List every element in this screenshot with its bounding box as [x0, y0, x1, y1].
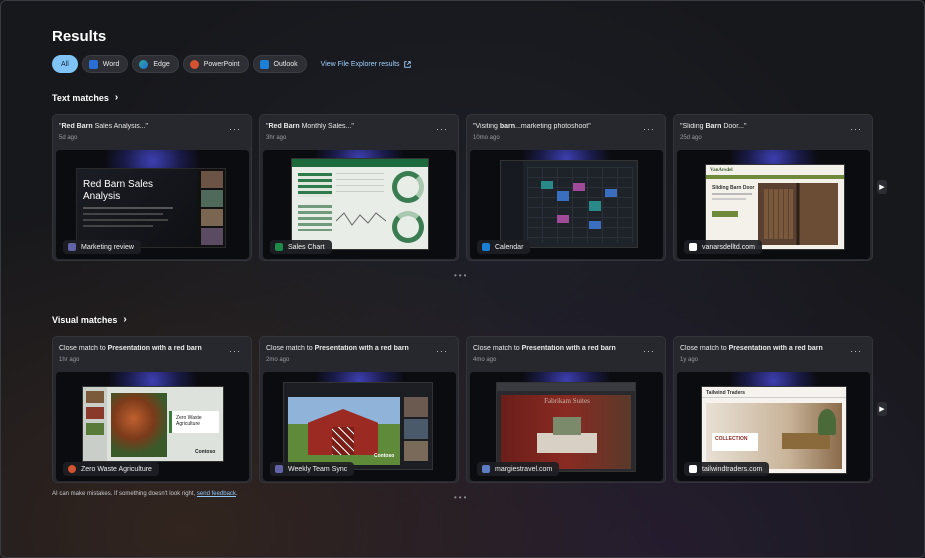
card-thumbnail: VanArsdel Sliding Barn Door vanarsdelltd… — [677, 150, 870, 259]
card-time: 1hr ago — [59, 357, 80, 363]
card-thumbnail: Red Barn Sales Analysis Marketing review — [56, 150, 249, 259]
text-match-card[interactable]: "Red Barn Sales Analysis..." 5d ago ··· … — [52, 114, 252, 261]
more-options-icon[interactable]: ··· — [643, 346, 655, 356]
source-pill: Marketing review — [63, 240, 141, 254]
pagination-dots: ••• — [454, 271, 469, 280]
filter-word[interactable]: Word — [81, 55, 129, 73]
source-pill: Zero Waste Agriculture — [63, 462, 159, 476]
card-thumbnail: Calendar — [470, 150, 663, 259]
source-pill: vanarsdelltd.com — [684, 240, 762, 254]
card-time: 10mo ago — [473, 135, 500, 141]
card-time: 2mo ago — [266, 357, 290, 363]
pagination-dots: ••• — [454, 493, 469, 502]
card-title: "Red Barn Sales Analysis..." — [59, 123, 149, 130]
excel-icon — [275, 243, 283, 251]
more-options-icon[interactable]: ··· — [436, 346, 448, 356]
filter-all[interactable]: All — [52, 55, 78, 73]
text-match-card[interactable]: "Visiting barn...marketing photoshoot" 1… — [466, 114, 666, 261]
site-icon — [689, 465, 697, 473]
outlook-icon — [259, 59, 269, 69]
view-file-explorer-link[interactable]: View File Explorer results — [321, 61, 411, 68]
more-options-icon[interactable]: ··· — [850, 346, 862, 356]
card-time: 4mo ago — [473, 357, 497, 363]
text-match-card[interactable]: "Red Barn Monthly Sales..." 3hr ago ··· … — [259, 114, 459, 261]
chevron-right-icon: › — [114, 92, 119, 103]
card-thumbnail: Fabrikam Suites margiestravel.com — [470, 372, 663, 481]
word-icon — [88, 59, 98, 69]
visual-match-card[interactable]: Close match to Presentation with a red b… — [259, 336, 459, 483]
card-title: "Visiting barn...marketing photoshoot" — [473, 123, 591, 130]
next-arrow-button[interactable]: ▶ — [877, 402, 887, 416]
more-options-icon[interactable]: ··· — [850, 124, 862, 134]
external-link-icon — [403, 60, 411, 68]
more-options-icon[interactable]: ··· — [436, 124, 448, 134]
powerpoint-icon — [68, 465, 76, 473]
card-time: 1y ago — [680, 357, 699, 363]
site-icon — [689, 243, 697, 251]
page-title: Results — [52, 28, 107, 45]
card-time: 5d ago — [59, 135, 78, 141]
more-options-icon[interactable]: ··· — [643, 124, 655, 134]
card-thumbnail: Sales Chart — [263, 150, 456, 259]
site-icon — [482, 465, 490, 473]
visual-matches-header[interactable]: Visual matches › — [52, 314, 127, 325]
card-thumbnail: Tailwind Traders COLLECTION tailwindtrad… — [677, 372, 870, 481]
teams-icon — [68, 243, 76, 251]
card-title: Close match to Presentation with a red b… — [473, 345, 616, 352]
chevron-right-icon: › — [123, 314, 127, 325]
ai-disclaimer: AI can make mistakes. If something doesn… — [52, 491, 238, 497]
card-thumbnail: Contoso Weekly Team Sync — [263, 372, 456, 481]
powerpoint-icon — [189, 59, 199, 69]
card-title: "Sliding Barn Door..." — [680, 123, 747, 130]
card-title: Close match to Presentation with a red b… — [680, 345, 823, 352]
visual-match-card[interactable]: Close match to Presentation with a red b… — [466, 336, 666, 483]
filter-bar: All Word Edge PowerPoint Outlook View Fi… — [52, 55, 411, 73]
send-feedback-link[interactable]: send feedback — [197, 491, 236, 497]
text-matches-header[interactable]: Text matches › — [52, 92, 118, 103]
visual-match-card[interactable]: Close match to Presentation with a red b… — [673, 336, 873, 483]
teams-icon — [275, 465, 283, 473]
filter-outlook[interactable]: Outlook — [252, 55, 307, 73]
card-thumbnail: Zero Waste Agriculture Contoso Zero Wast… — [56, 372, 249, 481]
source-pill: Sales Chart — [270, 240, 332, 254]
source-pill: tailwindtraders.com — [684, 462, 770, 476]
edge-icon — [139, 59, 149, 69]
card-time: 3hr ago — [266, 135, 287, 141]
visual-matches-row: Close match to Presentation with a red b… — [52, 336, 873, 483]
source-pill: Weekly Team Sync — [270, 462, 355, 476]
card-title: "Red Barn Monthly Sales..." — [266, 123, 354, 130]
card-time: 25d ago — [680, 135, 702, 141]
outlook-icon — [482, 243, 490, 251]
source-pill: Calendar — [477, 240, 531, 254]
filter-edge[interactable]: Edge — [132, 55, 179, 73]
text-matches-row: "Red Barn Sales Analysis..." 5d ago ··· … — [52, 114, 873, 261]
more-options-icon[interactable]: ··· — [229, 346, 241, 356]
visual-match-card[interactable]: Close match to Presentation with a red b… — [52, 336, 252, 483]
text-match-card[interactable]: "Sliding Barn Door..." 25d ago ··· VanAr… — [673, 114, 873, 261]
more-options-icon[interactable]: ··· — [229, 124, 241, 134]
source-pill: margiestravel.com — [477, 462, 560, 476]
card-title: Close match to Presentation with a red b… — [59, 345, 202, 352]
next-arrow-button[interactable]: ▶ — [877, 180, 887, 194]
card-title: Close match to Presentation with a red b… — [266, 345, 409, 352]
filter-powerpoint[interactable]: PowerPoint — [182, 55, 249, 73]
